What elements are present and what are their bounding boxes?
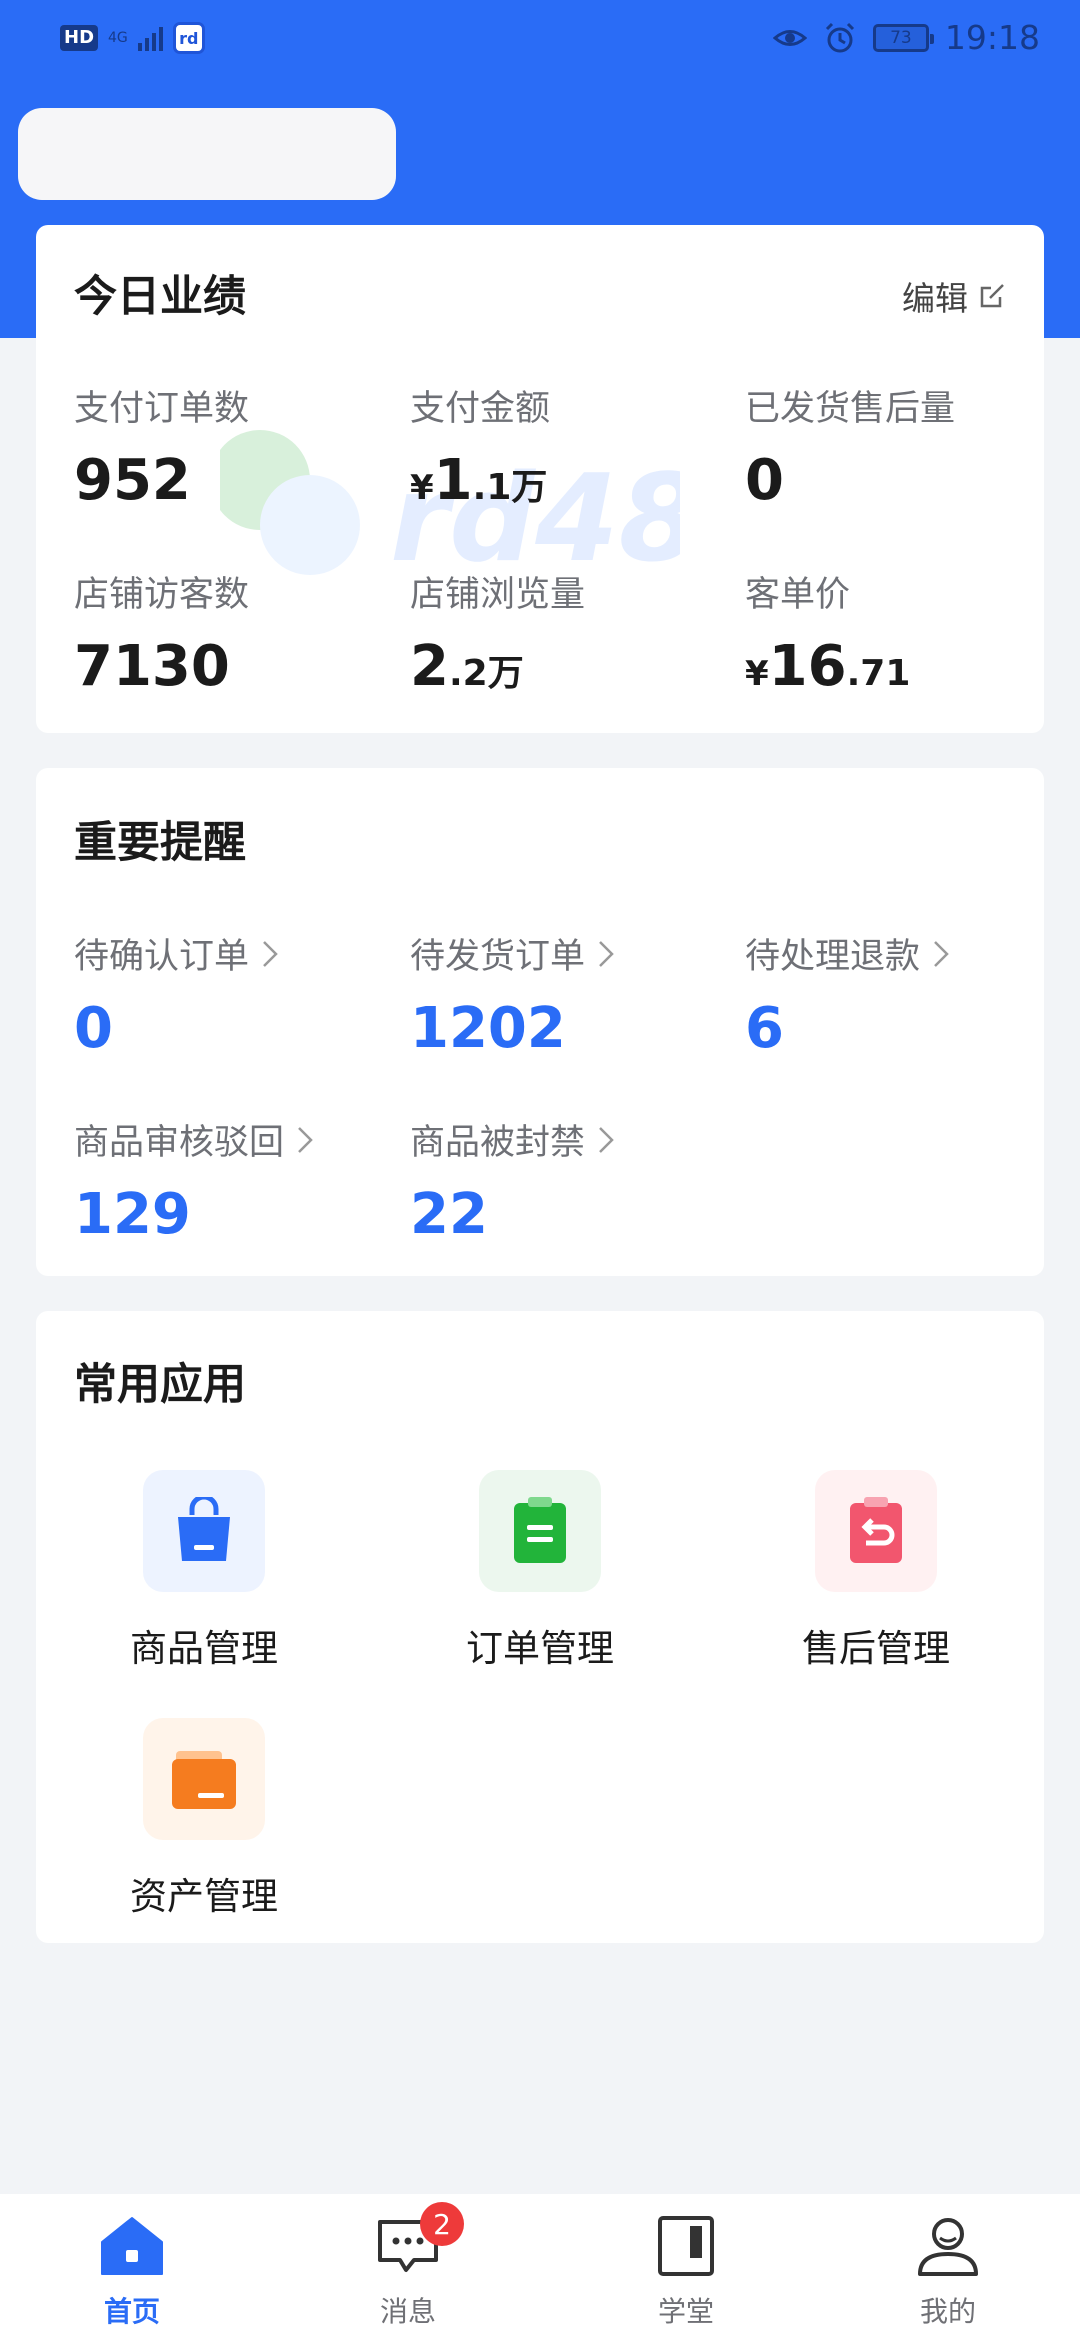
value-decimal: .1 (472, 467, 512, 508)
reminder-value: 1202 (410, 996, 566, 1061)
hd-indicator: HD (60, 25, 99, 51)
bottom-tab-bar: 首页 2 消息 学堂 我的 (0, 2194, 1080, 2340)
value-unit: 万 (487, 653, 524, 694)
metric-value: 0 (745, 448, 784, 513)
metric-shipped-aftersale[interactable]: 已发货售后量 0 (745, 380, 955, 511)
order-clipboard-icon (479, 1470, 601, 1592)
edit-icon (980, 284, 1004, 308)
tab-messages[interactable]: 2 消息 (338, 2202, 478, 2330)
reminder-value: 129 (74, 1182, 191, 1247)
tab-label: 首页 (103, 2295, 160, 2328)
battery-level: 73 (890, 27, 912, 48)
reminder-label: 商品被封禁 (410, 1123, 586, 1163)
chevron-right-icon (599, 940, 614, 967)
app-label: 售后管理 (802, 1627, 950, 1670)
app-notification-icon: rd (172, 22, 205, 54)
reminder-banned-products[interactable]: 商品被封禁 22 (410, 1114, 615, 1245)
app-aftersale-management[interactable]: 售后管理 (776, 1470, 976, 1672)
value-decimal: .71 (846, 653, 911, 694)
today-title: 今日业绩 (74, 272, 246, 322)
metric-value: 2.2万 (410, 637, 585, 704)
reminder-value: 22 (410, 1182, 488, 1247)
reminder-label: 待确认订单 (74, 937, 250, 977)
chevron-right-icon (599, 1126, 614, 1153)
metric-value: ¥16.71 (745, 637, 910, 704)
reminders-title: 重要提醒 (74, 818, 246, 868)
app-label: 订单管理 (466, 1627, 614, 1670)
app-asset-management[interactable]: 资产管理 (104, 1718, 304, 1920)
metric-label: 支付金额 (410, 389, 551, 429)
metric-store-pageviews[interactable]: 店铺浏览量 2.2万 (410, 566, 585, 704)
value-integer: 2 (410, 634, 449, 699)
status-bar: HD 4G rd 73 19:18 (0, 0, 1080, 80)
tab-label: 我的 (919, 2295, 976, 2328)
currency-symbol: ¥ (745, 654, 769, 694)
tab-school[interactable]: 学堂 (616, 2214, 756, 2330)
app-product-management[interactable]: 商品管理 (104, 1470, 304, 1672)
metric-label: 已发货售后量 (745, 389, 956, 429)
tab-label: 消息 (379, 2295, 436, 2328)
metric-value: 952 (74, 448, 191, 513)
metric-avg-order-value[interactable]: 客单价 ¥16.71 (745, 566, 910, 704)
edit-label: 编辑 (902, 279, 968, 318)
reminder-pending-refund[interactable]: 待处理退款 6 (745, 928, 950, 1059)
school-icon (654, 2214, 718, 2278)
tab-profile[interactable]: 我的 (878, 2214, 1018, 2330)
reminder-value: 0 (74, 996, 113, 1061)
shop-selector[interactable] (18, 108, 396, 200)
metric-store-visitors[interactable]: 店铺访客数 7130 (74, 566, 249, 697)
chevron-right-icon (934, 940, 949, 967)
metric-label: 客单价 (745, 575, 851, 615)
app-label: 商品管理 (130, 1627, 278, 1670)
value-decimal: .2 (448, 653, 488, 694)
reminder-value: 6 (745, 996, 784, 1061)
message-icon: 2 (376, 2202, 464, 2278)
unread-badge: 2 (420, 2202, 464, 2246)
shopping-bag-icon (143, 1470, 265, 1592)
metric-label: 店铺访客数 (74, 575, 250, 615)
metric-label: 店铺浏览量 (410, 575, 586, 615)
reminder-review-rejected[interactable]: 商品审核驳回 129 (74, 1114, 314, 1245)
clock: 19:18 (944, 18, 1040, 57)
value-unit: 万 (511, 467, 548, 508)
eye-icon (772, 29, 807, 46)
edit-button[interactable]: 编辑 (902, 272, 1006, 320)
metric-paid-amount[interactable]: 支付金额 ¥1.1万 (410, 380, 550, 518)
chevron-right-icon (298, 1126, 313, 1153)
network-type: 4G (108, 30, 128, 46)
apps-title: 常用应用 (74, 1360, 246, 1410)
signal-icon (137, 25, 163, 51)
tab-label: 学堂 (657, 2295, 714, 2328)
metric-label: 支付订单数 (74, 389, 250, 429)
app-order-management[interactable]: 订单管理 (440, 1470, 640, 1672)
reminder-label: 待处理退款 (745, 937, 921, 977)
home-icon (100, 2214, 164, 2278)
battery-icon: 73 (872, 23, 934, 52)
metric-value: ¥1.1万 (410, 451, 550, 518)
tab-home[interactable]: 首页 (62, 2214, 202, 2330)
metric-paid-orders[interactable]: 支付订单数 952 (74, 380, 249, 511)
value-integer: 16 (768, 634, 847, 699)
profile-icon (916, 2214, 980, 2278)
wallet-icon (143, 1718, 265, 1840)
reminder-label: 待发货订单 (410, 937, 586, 977)
reminder-pending-shipment[interactable]: 待发货订单 1202 (410, 928, 615, 1059)
reminder-label: 商品审核驳回 (74, 1123, 285, 1163)
chevron-right-icon (263, 940, 278, 967)
value-integer: 1 (433, 448, 473, 513)
app-label: 资产管理 (130, 1875, 278, 1918)
return-clipboard-icon (815, 1470, 937, 1592)
currency-symbol: ¥ (410, 468, 434, 508)
reminder-pending-confirm[interactable]: 待确认订单 0 (74, 928, 279, 1059)
metric-value: 7130 (74, 634, 230, 699)
alarm-icon (825, 22, 854, 52)
